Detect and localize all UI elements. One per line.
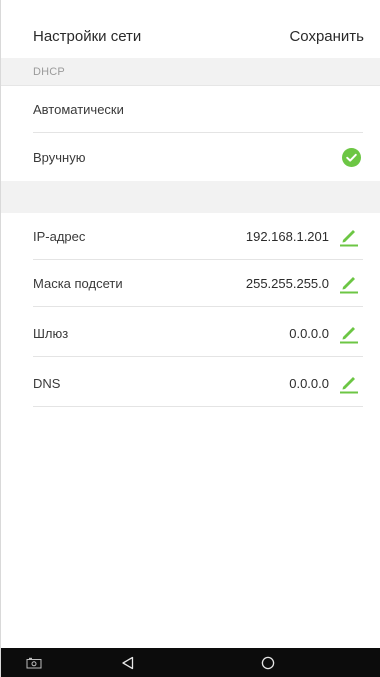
- home-circle-icon: [261, 656, 275, 669]
- option-manual[interactable]: Вручную: [33, 134, 363, 181]
- option-automatic-label: Автоматически: [33, 102, 124, 117]
- dhcp-section-header: DHCP: [1, 58, 380, 86]
- option-manual-label: Вручную: [33, 150, 86, 165]
- ip-address-value: 192.168.1.201: [245, 229, 329, 244]
- system-navigation-bar: [1, 648, 380, 677]
- subnet-mask-value: 255.255.255.0: [245, 276, 329, 291]
- page-title: Настройки сети: [33, 28, 142, 45]
- screenshot-button[interactable]: [19, 648, 49, 677]
- check-circle-icon: [342, 148, 361, 167]
- network-settings-screen: Настройки сети Сохранить DHCP Автоматиче…: [0, 0, 380, 677]
- field-row-ip-address[interactable]: IP-адрес 192.168.1.201: [33, 213, 363, 260]
- dns-value: 0.0.0.0: [289, 376, 329, 391]
- pencil-icon[interactable]: [339, 372, 359, 394]
- gateway-value: 0.0.0.0: [289, 326, 329, 341]
- subnet-mask-label: Маска подсети: [33, 276, 123, 291]
- header: Настройки сети Сохранить: [1, 0, 380, 58]
- dns-label: DNS: [33, 376, 61, 391]
- ip-address-label: IP-адрес: [33, 229, 86, 244]
- home-button[interactable]: [253, 648, 283, 677]
- section-spacer: [1, 181, 380, 213]
- back-button[interactable]: [112, 648, 142, 677]
- back-triangle-icon: [121, 656, 133, 669]
- save-button[interactable]: Сохранить: [289, 28, 364, 45]
- field-row-dns[interactable]: DNS 0.0.0.0: [33, 360, 363, 407]
- field-row-gateway[interactable]: Шлюз 0.0.0.0: [33, 310, 363, 357]
- option-automatic[interactable]: Автоматически: [33, 86, 363, 133]
- screenshot-icon: [26, 657, 42, 668]
- pencil-icon[interactable]: [339, 272, 359, 294]
- field-row-subnet-mask[interactable]: Маска подсети 255.255.255.0: [33, 260, 363, 307]
- dhcp-section-label: DHCP: [33, 66, 65, 78]
- pencil-icon[interactable]: [339, 225, 359, 247]
- gateway-label: Шлюз: [33, 326, 69, 341]
- pencil-icon[interactable]: [339, 322, 359, 344]
